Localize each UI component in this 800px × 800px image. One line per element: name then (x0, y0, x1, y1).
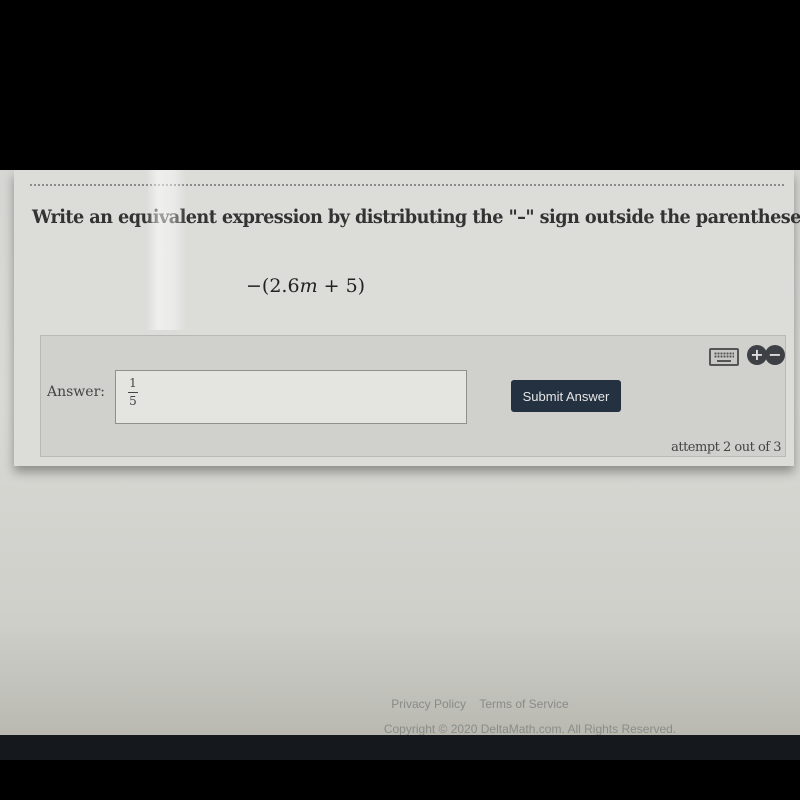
privacy-policy-link[interactable]: Privacy Policy (391, 697, 466, 711)
expression-suffix: + 5) (317, 275, 366, 297)
question-prompt: Write an equivalent expression by distri… (32, 206, 800, 228)
fraction-numerator: 1 (129, 376, 137, 390)
keyboard-icon[interactable] (709, 348, 739, 366)
expression-prefix: −(2.6 (246, 275, 300, 297)
zoom-in-button[interactable]: + (747, 345, 767, 365)
browser-screen: Write an equivalent expression by distri… (0, 170, 800, 736)
answer-fraction: 1 5 (128, 376, 138, 409)
answer-label: Answer: (47, 384, 105, 400)
zoom-out-button[interactable]: − (765, 345, 785, 365)
footer-links: Privacy Policy Terms of Service (0, 697, 800, 711)
terms-of-service-link[interactable]: Terms of Service (479, 697, 568, 711)
fraction-bar (128, 392, 138, 393)
problem-card: Write an equivalent expression by distri… (14, 170, 800, 466)
dotted-divider (30, 184, 784, 186)
math-expression: −(2.6m + 5) (246, 275, 365, 297)
fraction-denominator: 5 (129, 394, 137, 408)
attempt-counter: attempt 2 out of 3 (671, 440, 781, 455)
answer-panel: + − Answer: 1 5 Submit Answer attempt 2 … (40, 335, 786, 457)
monitor-bezel (0, 735, 800, 760)
submit-answer-button[interactable]: Submit Answer (511, 380, 621, 412)
screen-glare (146, 170, 186, 330)
answer-input[interactable]: 1 5 (115, 370, 467, 424)
expression-variable: m (299, 275, 318, 297)
copyright-text: Copyright © 2020 DeltaMath.com. All Righ… (383, 722, 677, 736)
